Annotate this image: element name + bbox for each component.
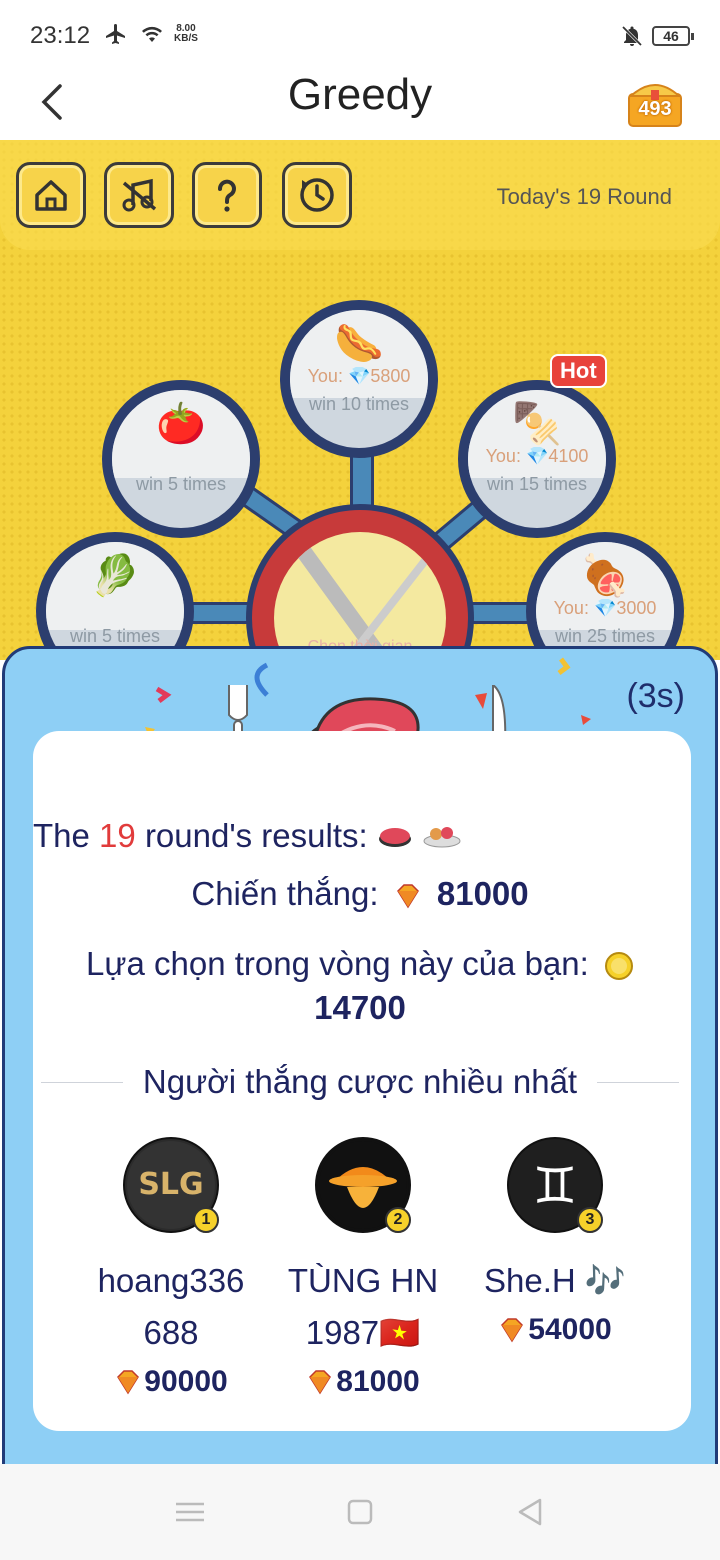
question-mark-icon — [218, 179, 236, 212]
tomato-icon: 🍅 — [156, 402, 206, 446]
avatar[interactable]: SLG 1 — [123, 1137, 219, 1233]
hotdog-icon: 🌭 — [334, 322, 384, 366]
diamond-icon — [396, 884, 419, 909]
game-toolbar: Today's 19 Round — [0, 140, 720, 250]
my-bet: You: 💎3000 — [553, 598, 657, 618]
help-button[interactable] — [192, 162, 262, 228]
divider — [597, 1081, 679, 1083]
top-winners-header: Người thắng cược nhiều nhất — [41, 1063, 679, 1101]
steak-icon — [377, 819, 413, 857]
winner-name: hoang336 688 — [97, 1262, 245, 1351]
status-time: 23:12 — [30, 22, 91, 49]
chest-count: 493 — [638, 98, 672, 120]
coin-icon — [604, 952, 633, 981]
round-results-line: The 19 round's results: — [33, 817, 462, 857]
win-amount: 81000 — [436, 875, 529, 912]
diamond-icon — [309, 1370, 332, 1395]
rank-badge: 1 — [193, 1207, 219, 1233]
food-option-cabbage[interactable]: 🥬 win 5 times — [36, 532, 194, 660]
battery-indicator: 46 — [652, 26, 694, 46]
home-nav-button[interactable] — [342, 1496, 378, 1528]
triangle-back-icon — [518, 1498, 542, 1526]
food-option-meat-leg[interactable]: 🍖 You: 💎3000 win 25 times — [526, 532, 684, 660]
menu-button[interactable] — [172, 1496, 208, 1528]
avatar[interactable]: ♊ 3 — [507, 1137, 603, 1233]
my-bet: You: 💎5800 — [307, 366, 411, 386]
meat-leg-icon: 🍖 — [580, 554, 630, 598]
skewer-icon: 🍢 — [512, 402, 562, 446]
music-muted-icon — [122, 178, 157, 212]
rank-badge: 2 — [385, 1207, 411, 1233]
square-icon — [347, 1499, 373, 1525]
food-option-hotdog[interactable]: 🌭 You: 💎5800 win 10 times — [280, 300, 438, 458]
winner-amount: 54000 — [528, 1313, 612, 1346]
top-winner-3: ♊ 3 She.H 🎶 54000 — [455, 1137, 655, 1347]
system-nav-bar — [0, 1464, 720, 1560]
music-toggle-button[interactable] — [104, 162, 174, 228]
avatar[interactable]: 2 — [315, 1137, 411, 1233]
win-multiplier: win 5 times — [135, 474, 227, 494]
airplane-icon — [106, 24, 125, 44]
round-number: 19 — [99, 817, 136, 854]
food-platter-icon — [422, 819, 462, 857]
back-nav-button[interactable] — [512, 1496, 548, 1528]
winner-name: TÙNG HN 1987🇻🇳 — [287, 1262, 439, 1351]
bell-muted-icon — [621, 25, 643, 47]
win-amount-line: Chiến thắng: 81000 — [191, 875, 529, 912]
top-winner-2: 2 TÙNG HN 1987🇻🇳 81000 — [263, 1137, 463, 1399]
page-title: Greedy — [287, 70, 433, 119]
food-option-tomato[interactable]: 🍅 win 5 times — [102, 380, 260, 538]
cabbage-icon: 🥬 — [90, 554, 140, 598]
win-multiplier: win 10 times — [308, 394, 410, 414]
hot-badge: Hot — [550, 354, 607, 388]
win-multiplier: win 15 times — [486, 474, 588, 494]
diamond-icon — [117, 1370, 140, 1395]
winner-amount: 90000 — [144, 1365, 228, 1398]
win-multiplier: win 25 times — [554, 626, 656, 646]
home-button[interactable] — [16, 162, 86, 228]
home-icon — [35, 180, 67, 211]
winner-amount: 81000 — [336, 1365, 420, 1398]
your-choice-line: Lựa chọn trong vòng này của bạn: — [5, 945, 715, 983]
your-choice-amount: 14700 — [314, 989, 406, 1026]
winner-name: She.H 🎶 — [484, 1262, 626, 1299]
history-clock-icon — [300, 178, 334, 212]
diamond-icon — [501, 1318, 524, 1343]
food-option-skewer[interactable]: 🍢 You: 💎4100 win 15 times — [458, 380, 616, 538]
history-button[interactable] — [282, 162, 352, 228]
wifi-icon — [142, 26, 162, 42]
top-winner-1: SLG 1 hoang336 688 90000 — [71, 1137, 271, 1399]
net-speed: 8.00 KB/S — [174, 23, 198, 44]
round-label: Today's 19 Round — [496, 184, 672, 209]
rank-badge: 3 — [577, 1207, 603, 1233]
divider — [41, 1081, 123, 1083]
round-result-modal: (3s) The 19 round's results: Chiến thắng… — [2, 646, 718, 1476]
my-bet: You: 💎4100 — [485, 446, 589, 466]
treasure-chest-button[interactable]: 493 — [626, 72, 684, 128]
win-multiplier: win 5 times — [69, 626, 161, 646]
app-header: Greedy 493 — [0, 64, 720, 140]
menu-icon — [176, 1502, 204, 1522]
game-board: Today's 19 Round 🍅 win 5 times 🌭 You: 💎5… — [0, 140, 720, 660]
status-bar: 23:12 8.00 KB/S 46 — [0, 0, 720, 64]
